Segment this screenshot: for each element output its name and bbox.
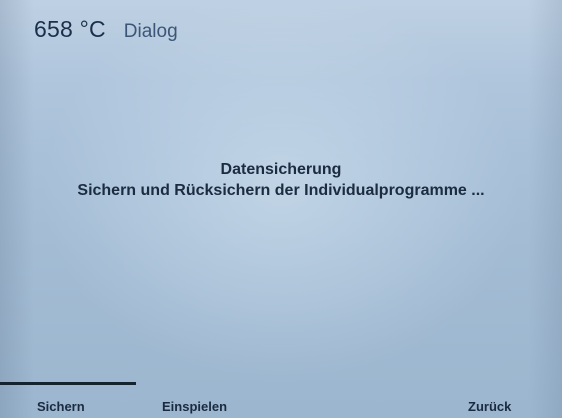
softkey-zurueck[interactable]: Zurück <box>468 399 511 414</box>
dialog-message: Datensicherung Sichern und Rücksichern d… <box>0 160 562 201</box>
softkey-sichern[interactable]: Sichern <box>37 399 85 414</box>
temperature-readout: 658 °C <box>34 16 106 42</box>
device-display: 658 °C Dialog Datensicherung Sichern und… <box>0 0 562 418</box>
screen-title: Dialog <box>123 21 178 42</box>
softkey-bar: Sichern Einspielen Zurück <box>0 382 562 418</box>
display-shading <box>0 0 562 418</box>
dialog-heading: Datensicherung <box>220 161 342 178</box>
softkey-einspielen[interactable]: Einspielen <box>162 399 227 414</box>
dialog-description: Sichern und Rücksichern der Individualpr… <box>77 182 485 199</box>
softkey-selection-indicator <box>0 382 136 385</box>
status-header: 658 °C Dialog <box>34 16 178 56</box>
